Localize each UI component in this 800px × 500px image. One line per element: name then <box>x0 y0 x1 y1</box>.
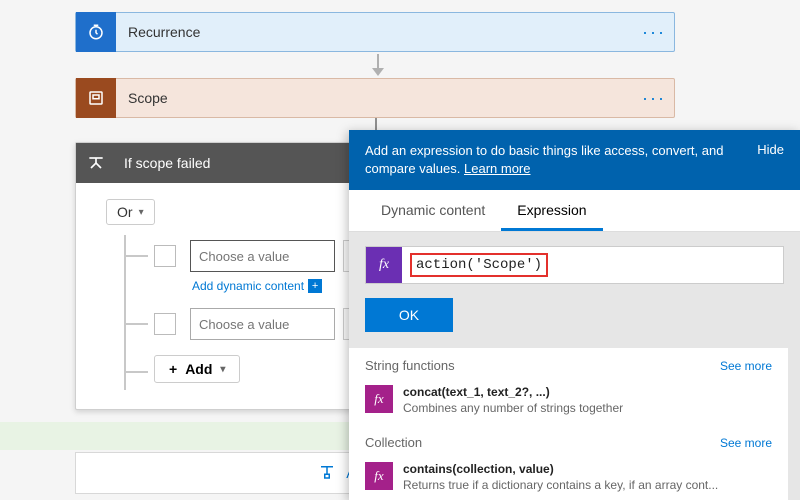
function-item[interactable]: fx concat(text_1, text_2?, ...) Combines… <box>349 379 788 425</box>
ok-button[interactable]: OK <box>365 298 453 332</box>
operator-label: Or <box>117 204 133 220</box>
add-condition-button[interactable]: + Add ▾ <box>154 355 240 383</box>
function-description: Returns true if a dictionary contains a … <box>403 478 763 492</box>
expression-panel-header: Add an expression to do basic things lik… <box>349 130 800 190</box>
tab-expression[interactable]: Expression <box>501 190 602 231</box>
function-signature: contains(collection, value) <box>403 462 772 476</box>
condition-icon <box>76 143 116 183</box>
plus-icon: + <box>308 279 322 293</box>
scroll-up-icon[interactable]: ▴ <box>794 350 799 361</box>
operator-dropdown[interactable]: Or ▾ <box>106 199 155 225</box>
row-checkbox[interactable] <box>154 245 176 267</box>
connector-arrow <box>372 54 384 74</box>
value-input[interactable] <box>190 308 335 340</box>
chevron-down-icon: ▾ <box>220 364 225 375</box>
clock-icon <box>76 12 116 52</box>
category-header: Collection See more <box>349 425 788 456</box>
more-menu-icon[interactable]: ··· <box>634 88 674 109</box>
learn-more-link[interactable]: Learn more <box>464 161 530 176</box>
value-input[interactable] <box>190 240 335 272</box>
function-list: ▴ String functions See more fx concat(te… <box>349 348 800 500</box>
hide-button[interactable]: Hide <box>757 142 784 157</box>
scrollbar[interactable] <box>788 348 800 500</box>
fx-icon: fx <box>365 385 393 413</box>
expression-tabs: Dynamic content Expression <box>349 190 800 232</box>
recurrence-step[interactable]: Recurrence ··· <box>75 12 675 52</box>
expression-input-row: fx action('Scope') <box>365 246 784 284</box>
chevron-down-icon: ▾ <box>139 207 144 218</box>
recurrence-label: Recurrence <box>116 24 634 40</box>
expression-panel: Add an expression to do basic things lik… <box>349 130 800 500</box>
scope-icon <box>76 78 116 118</box>
function-description: Combines any number of strings together <box>403 401 763 415</box>
more-menu-icon[interactable]: ··· <box>634 22 674 43</box>
fx-icon: fx <box>366 247 402 283</box>
fx-icon: fx <box>365 462 393 490</box>
category-header: String functions See more <box>349 348 788 379</box>
see-more-link[interactable]: See more <box>720 359 772 373</box>
tab-dynamic-content[interactable]: Dynamic content <box>365 190 501 231</box>
add-action-icon <box>318 463 336 484</box>
see-more-link[interactable]: See more <box>720 436 772 450</box>
row-checkbox[interactable] <box>154 313 176 335</box>
function-signature: concat(text_1, text_2?, ...) <box>403 385 772 399</box>
function-item[interactable]: fx contains(collection, value) Returns t… <box>349 456 788 500</box>
plus-icon: + <box>169 361 177 377</box>
expression-input[interactable]: action('Scope') <box>402 247 783 283</box>
scope-label: Scope <box>116 90 634 106</box>
scope-step[interactable]: Scope ··· <box>75 78 675 118</box>
expression-value: action('Scope') <box>410 253 548 277</box>
